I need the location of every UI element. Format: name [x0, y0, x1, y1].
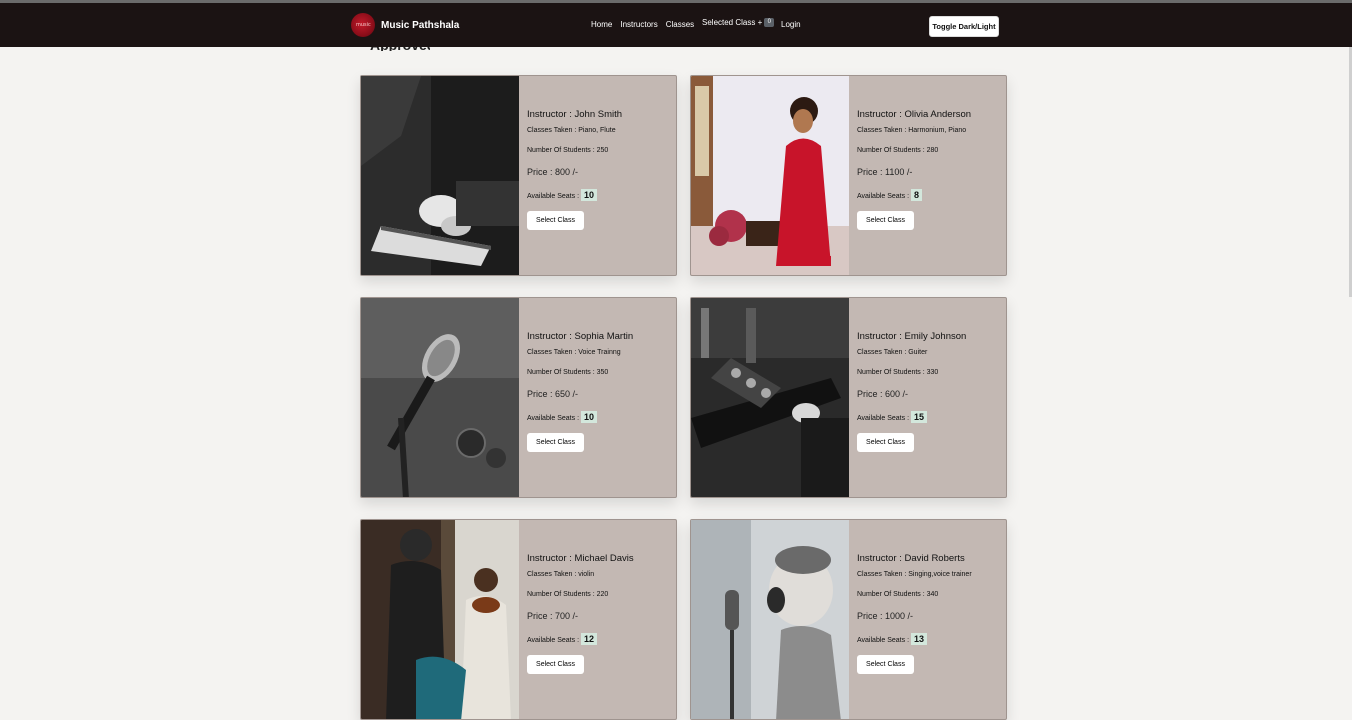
seats-count-badge: 10: [581, 189, 598, 201]
price: Price : 1000 /-: [857, 611, 914, 621]
nav-link-login[interactable]: Login: [781, 20, 801, 29]
class-card: Instructor : Sophia Martin Classes Taken…: [360, 297, 677, 498]
available-seats: Available Seats :13: [857, 633, 928, 645]
available-seats: Available Seats :8: [857, 189, 923, 201]
instructor-name: Instructor : Michael Davis: [527, 553, 634, 564]
selected-class-label: Selected Class +: [702, 18, 763, 27]
select-class-button[interactable]: Select Class: [527, 655, 584, 674]
microphone-photo: [361, 298, 519, 497]
seats-label: Available Seats :: [857, 193, 910, 200]
instructor-name: Instructor : Olivia Anderson: [857, 109, 972, 120]
available-seats: Available Seats :12: [527, 633, 598, 645]
nav-link-classes[interactable]: Classes: [666, 20, 694, 29]
piano-photo: [361, 76, 519, 275]
students-count: Number Of Students : 330: [857, 369, 939, 376]
seats-label: Available Seats :: [857, 415, 910, 422]
seats-label: Available Seats :: [857, 637, 910, 644]
seats-count-badge: 8: [911, 189, 923, 201]
class-card: Instructor : David Roberts Classes Taken…: [690, 519, 1007, 720]
available-seats: Available Seats :10: [527, 411, 598, 423]
brand-logo-icon[interactable]: music: [351, 13, 375, 37]
classes-taken: Classes Taken : Guiter: [857, 349, 928, 356]
violin-photo: [361, 520, 519, 719]
price: Price : 800 /-: [527, 167, 579, 177]
selected-count-badge: 0: [764, 18, 775, 28]
nav-link-instructors[interactable]: Instructors: [620, 20, 657, 29]
instructor-name: Instructor : David Roberts: [857, 553, 965, 564]
seats-count-badge: 12: [581, 633, 598, 645]
classes-taken: Classes Taken : Piano, Flute: [527, 127, 616, 134]
page-heading-partial: Approved: [370, 47, 430, 51]
harmonium-girl-photo: [691, 76, 849, 275]
seats-label: Available Seats :: [527, 193, 580, 200]
select-class-button[interactable]: Select Class: [857, 211, 914, 230]
class-card: Instructor : Olivia Anderson Classes Tak…: [690, 75, 1007, 276]
nav-link-home[interactable]: Home: [591, 20, 612, 29]
select-class-button[interactable]: Select Class: [527, 433, 584, 452]
select-class-button[interactable]: Select Class: [527, 211, 584, 230]
classes-taken: Classes Taken : violin: [527, 571, 595, 578]
students-count: Number Of Students : 340: [857, 591, 939, 598]
available-seats: Available Seats :10: [527, 189, 598, 201]
students-count: Number Of Students : 350: [527, 369, 609, 376]
instructor-name: Instructor : Emily Johnson: [857, 331, 967, 342]
classes-taken: Classes Taken : Singing,voice trainer: [857, 571, 972, 578]
classes-taken: Classes Taken : Voice Trainng: [527, 349, 621, 356]
seats-count-badge: 13: [911, 633, 928, 645]
price: Price : 1100 /-: [857, 167, 913, 177]
students-count: Number Of Students : 250: [527, 147, 609, 154]
select-class-button[interactable]: Select Class: [857, 433, 914, 452]
seats-label: Available Seats :: [527, 637, 580, 644]
students-count: Number Of Students : 220: [527, 591, 609, 598]
brand-name[interactable]: Music Pathshala: [381, 20, 459, 31]
singing-boy-photo: [691, 520, 849, 719]
available-seats: Available Seats :15: [857, 411, 928, 423]
seats-count-badge: 15: [911, 411, 928, 423]
class-card: Instructor : Emily Johnson Classes Taken…: [690, 297, 1007, 498]
price: Price : 700 /-: [527, 611, 579, 621]
class-card: Instructor : Michael Davis Classes Taken…: [360, 519, 677, 720]
logo-text: music: [356, 22, 371, 28]
seats-label: Available Seats :: [527, 415, 580, 422]
toggle-theme-button[interactable]: Toggle Dark/Light: [929, 16, 999, 37]
nav-links: Home Instructors Classes: [591, 20, 702, 29]
seats-count-badge: 10: [581, 411, 598, 423]
navbar: music Music Pathshala Home Instructors C…: [0, 3, 1352, 47]
instructor-name: Instructor : Sophia Martin: [527, 331, 634, 342]
nav-link-selected-class[interactable]: Selected Class +0: [702, 18, 775, 28]
classes-taken: Classes Taken : Harmonium, Piano: [857, 127, 967, 134]
price: Price : 650 /-: [527, 389, 579, 399]
students-count: Number Of Students : 280: [857, 147, 939, 154]
instructor-name: Instructor : John Smith: [527, 109, 623, 120]
guitar-photo: [691, 298, 849, 497]
class-card: Instructor : John Smith Classes Taken : …: [360, 75, 677, 276]
select-class-button[interactable]: Select Class: [857, 655, 914, 674]
price: Price : 600 /-: [857, 389, 909, 399]
